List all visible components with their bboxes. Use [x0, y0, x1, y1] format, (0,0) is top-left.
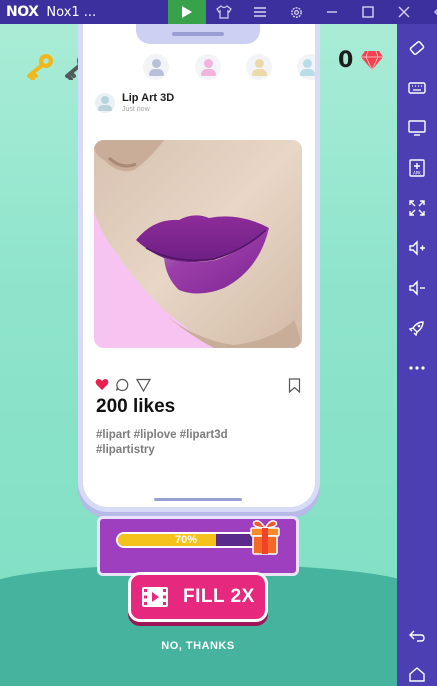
svg-text:APK: APK: [413, 171, 421, 176]
home-icon[interactable]: [397, 662, 437, 686]
titlebar-controls: [168, 0, 437, 24]
fill-2x-button[interactable]: FILL 2X: [128, 572, 268, 622]
progress-percent: 70%: [174, 534, 198, 546]
comment-icon[interactable]: [115, 378, 129, 392]
no-thanks-button[interactable]: NO, THANKS: [138, 640, 258, 652]
fullscreen-icon[interactable]: [397, 196, 437, 220]
volume-down-icon[interactable]: [397, 276, 437, 300]
story-avatar[interactable]: [246, 54, 272, 80]
post-avatar[interactable]: [95, 93, 115, 113]
game-screen: 0 Lip Art 3D Just now 200 likes #lipart …: [0, 24, 397, 686]
post-image: [94, 140, 302, 348]
phone-home-indicator: [154, 498, 242, 501]
share-icon[interactable]: [136, 378, 151, 392]
collapse-sidebar-icon[interactable]: [422, 0, 437, 24]
close-icon[interactable]: [386, 0, 422, 24]
apk-install-icon[interactable]: APK: [397, 156, 437, 180]
emulator-titlebar: NOX Nox1 ...: [0, 0, 437, 24]
play-store-icon[interactable]: [168, 0, 206, 24]
window-title: Nox1 ...: [46, 4, 97, 20]
maximize-icon[interactable]: [350, 0, 386, 24]
back-icon[interactable]: [397, 624, 437, 648]
screen-icon[interactable]: [397, 116, 437, 140]
video-play-icon: [142, 587, 168, 607]
post-username[interactable]: Lip Art 3D: [122, 92, 174, 104]
volume-up-icon[interactable]: [397, 236, 437, 260]
key-icon-1: [27, 54, 53, 80]
more-icon[interactable]: [397, 356, 437, 380]
shirt-icon[interactable]: [206, 0, 242, 24]
gear-icon[interactable]: [278, 0, 314, 24]
story-avatar[interactable]: [143, 54, 169, 80]
story-avatar[interactable]: [195, 54, 221, 80]
menu-icon[interactable]: [242, 0, 278, 24]
rotate-screen-icon[interactable]: [397, 36, 437, 60]
post-timestamp: Just now: [122, 106, 150, 113]
likes-count: 200 likes: [96, 396, 176, 417]
minimize-icon[interactable]: [314, 0, 350, 24]
emulator-sidebar: APK: [397, 24, 437, 686]
phone-speaker: [172, 32, 224, 36]
fill-2x-label: FILL 2X: [183, 586, 255, 607]
keyboard-icon[interactable]: [397, 76, 437, 100]
heart-icon[interactable]: [95, 378, 109, 391]
nox-logo: NOX: [6, 4, 39, 20]
rocket-icon[interactable]: [397, 316, 437, 340]
bookmark-icon[interactable]: [288, 378, 301, 393]
diamond-count: 0: [338, 48, 354, 73]
post-hashtags: #lipart #liplove #lipart3d #lipartistry: [96, 429, 228, 456]
diamond-icon: [361, 50, 383, 71]
gift-icon: [250, 520, 280, 555]
